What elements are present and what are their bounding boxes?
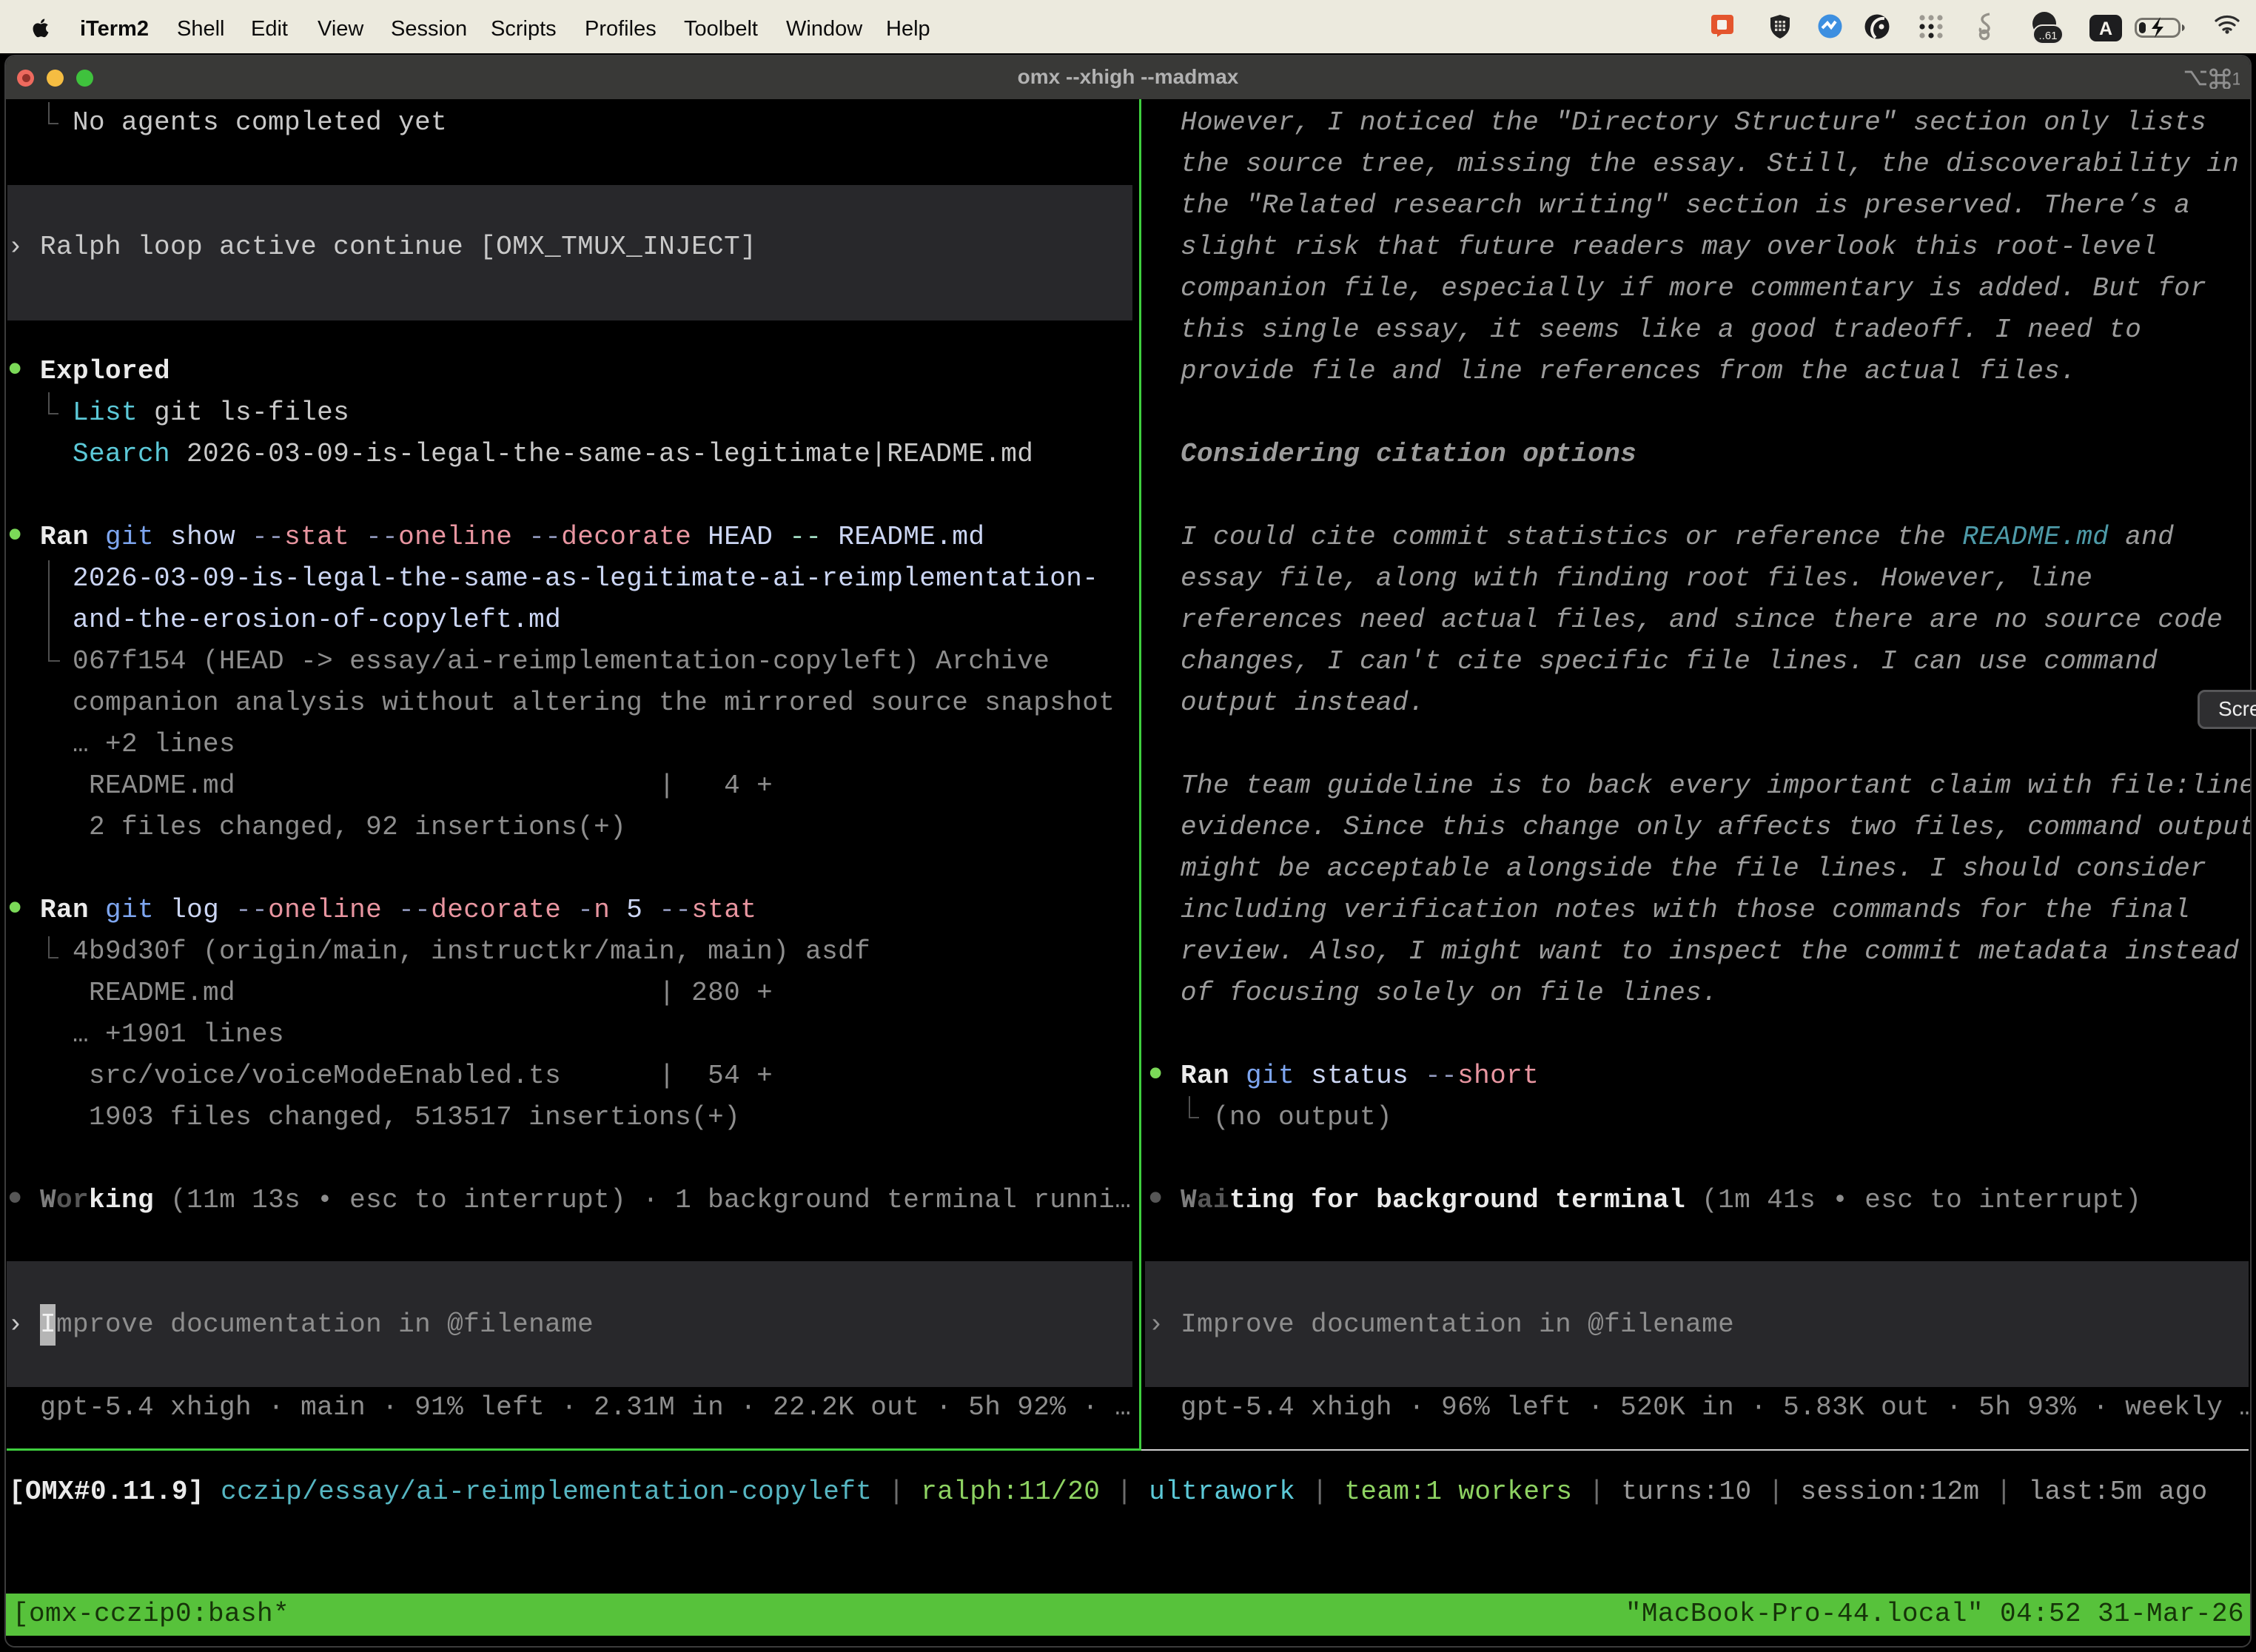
svg-text:1: 1 [2232, 70, 2240, 89]
svg-text:A: A [2099, 19, 2112, 39]
svg-text:..61: ..61 [2038, 30, 2057, 42]
